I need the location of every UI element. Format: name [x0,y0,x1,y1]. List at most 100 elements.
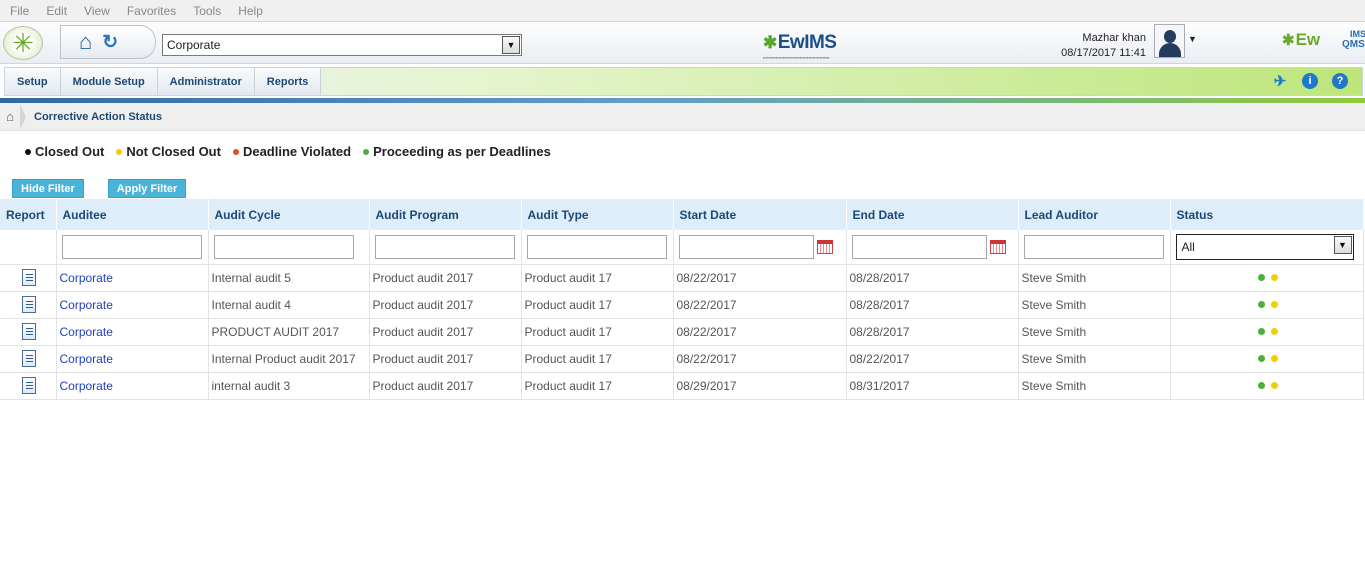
filter-cell [369,230,522,265]
nav-reports[interactable]: Reports [254,68,322,95]
report-document-icon[interactable] [22,269,37,286]
status-indicator [1174,301,1363,308]
app-logo-icon[interactable]: ✳ [3,26,43,60]
ewqms-logo: ✱ Ew QMS IMS [1282,29,1365,50]
refresh-icon[interactable]: ↻ [102,33,118,52]
start-date-filter-input[interactable] [678,234,814,259]
legend-label: Deadline Violated [242,144,352,159]
col-audit-program[interactable]: Audit Program [369,199,522,230]
report-document-icon[interactable] [22,323,37,340]
cell-auditee: Corporate [56,372,209,400]
lead-auditor-filter-input[interactable] [1023,234,1164,259]
cell-status [1170,318,1364,346]
table-row: Corporate PRODUCT AUDIT 2017 Product audit… [0,318,1364,346]
col-status[interactable]: Status [1170,199,1364,230]
col-auditee[interactable]: Auditee [56,199,209,230]
cell-program: Product audit 2017 [369,345,522,373]
report-cell [0,291,57,319]
flower-icon: ✱ [1282,32,1295,49]
ewims-logo-text: EwIMS [777,32,837,53]
auditee-link[interactable]: Corporate [60,298,113,312]
col-lead-auditor[interactable]: Lead Auditor [1018,199,1171,230]
legend-label: Not Closed Out [126,144,221,159]
status-dot-yellow [1271,274,1278,281]
nav-module-setup[interactable]: Module Setup [60,68,158,95]
col-report[interactable]: Report [0,199,57,230]
logo-tagline-graphic: ▪▪▪▪▪▪▪▪▪▪▪▪▪▪▪▪▪▪▪▪▪▪▪▪▪▪▪▪▪▪▪▪▪▪▪▪▪▪▪▪… [763,55,830,60]
cell-status [1170,264,1364,292]
auditee-link[interactable]: Corporate [60,352,113,366]
breadcrumb-home-icon[interactable]: ⌂ [0,109,20,124]
calendar-icon[interactable] [989,239,1006,254]
avatar[interactable] [1154,24,1185,58]
main-nav: Setup Module Setup Administrator Reports… [4,67,1363,96]
filter-cell [208,230,370,265]
cell-cycle: PRODUCT AUDIT 2017 [208,318,370,346]
ewqms-logo-ims: IMS [1350,29,1365,39]
legend-dot-black [25,148,31,155]
home-icon[interactable]: ⌂ [79,31,92,53]
caret-down-icon[interactable]: ▼ [1188,34,1197,44]
col-audit-cycle[interactable]: Audit Cycle [208,199,370,230]
hide-filter-button[interactable]: Hide Filter [12,179,84,198]
cell-lead: Steve Smith [1018,318,1171,346]
legend-label: Proceeding as per Deadlines [373,144,551,159]
menu-favorites[interactable]: Favorites [127,4,176,18]
report-document-icon[interactable] [22,377,37,394]
pin-icon[interactable]: ✈ [1272,73,1288,90]
ewqms-logo-qms: QMS [1342,39,1365,50]
col-audit-type[interactable]: Audit Type [521,199,674,230]
cell-type: Product audit 17 [521,264,674,292]
nav-setup[interactable]: Setup [5,68,61,95]
menu-view[interactable]: View [84,4,110,18]
menu-file[interactable]: File [10,4,29,18]
status-dot-yellow [1271,382,1278,389]
auditee-link[interactable]: Corporate [60,379,113,393]
nav-administrator[interactable]: Administrator [157,68,255,95]
cell-lead: Steve Smith [1018,264,1171,292]
apply-filter-button[interactable]: Apply Filter [107,179,187,198]
status-dot-green [1258,328,1265,335]
filter-cell [846,230,1019,265]
audit-type-filter-input[interactable] [526,234,667,259]
auditee-link[interactable]: Corporate [60,325,113,339]
menu-tools[interactable]: Tools [193,4,221,18]
cell-program: Product audit 2017 [369,291,522,319]
audit-program-filter-input[interactable] [374,234,515,259]
report-document-icon[interactable] [22,350,37,367]
filter-cell [521,230,674,265]
auditee-link[interactable]: Corporate [60,271,113,285]
avatar-head [1164,30,1176,43]
status-legend: Closed Out Not Closed Out Deadline Viola… [25,144,1365,159]
chevron-down-icon[interactable]: ▼ [502,36,520,54]
cell-lead: Steve Smith [1018,345,1171,373]
cell-lead: Steve Smith [1018,372,1171,400]
status-filter-select[interactable]: All ▼ [1175,233,1354,260]
cell-status [1170,345,1364,373]
table-header-row: Report Auditee Audit Cycle Audit Program… [0,199,1364,230]
help-icon[interactable]: ? [1332,73,1348,89]
table-row: Corporate internal audit 3 Product audit 2… [0,372,1364,400]
cell-type: Product audit 17 [521,291,674,319]
audit-cycle-filter-input[interactable] [213,234,354,259]
info-icon[interactable]: i [1302,73,1318,89]
legend-dot-green [363,148,370,155]
chevron-down-icon[interactable]: ▼ [1333,235,1352,254]
menu-bar: File Edit View Favorites Tools Help [0,0,1365,22]
cell-start: 08/22/2017 [673,318,847,346]
report-cell [0,318,57,346]
auditee-filter-input[interactable] [61,234,202,259]
cell-end: 08/28/2017 [846,291,1019,319]
status-indicator [1174,355,1363,362]
status-dot-green [1258,274,1265,281]
calendar-icon[interactable] [816,239,833,254]
menu-edit[interactable]: Edit [46,4,67,18]
col-end-date[interactable]: End Date [846,199,1019,230]
end-date-filter-input[interactable] [851,234,987,259]
cell-lead: Steve Smith [1018,291,1171,319]
col-start-date[interactable]: Start Date [673,199,847,230]
legend-closed-out: Closed Out [25,144,104,159]
report-document-icon[interactable] [22,296,37,313]
organization-select[interactable]: Corporate ▼ [162,34,522,56]
menu-help[interactable]: Help [238,4,263,18]
